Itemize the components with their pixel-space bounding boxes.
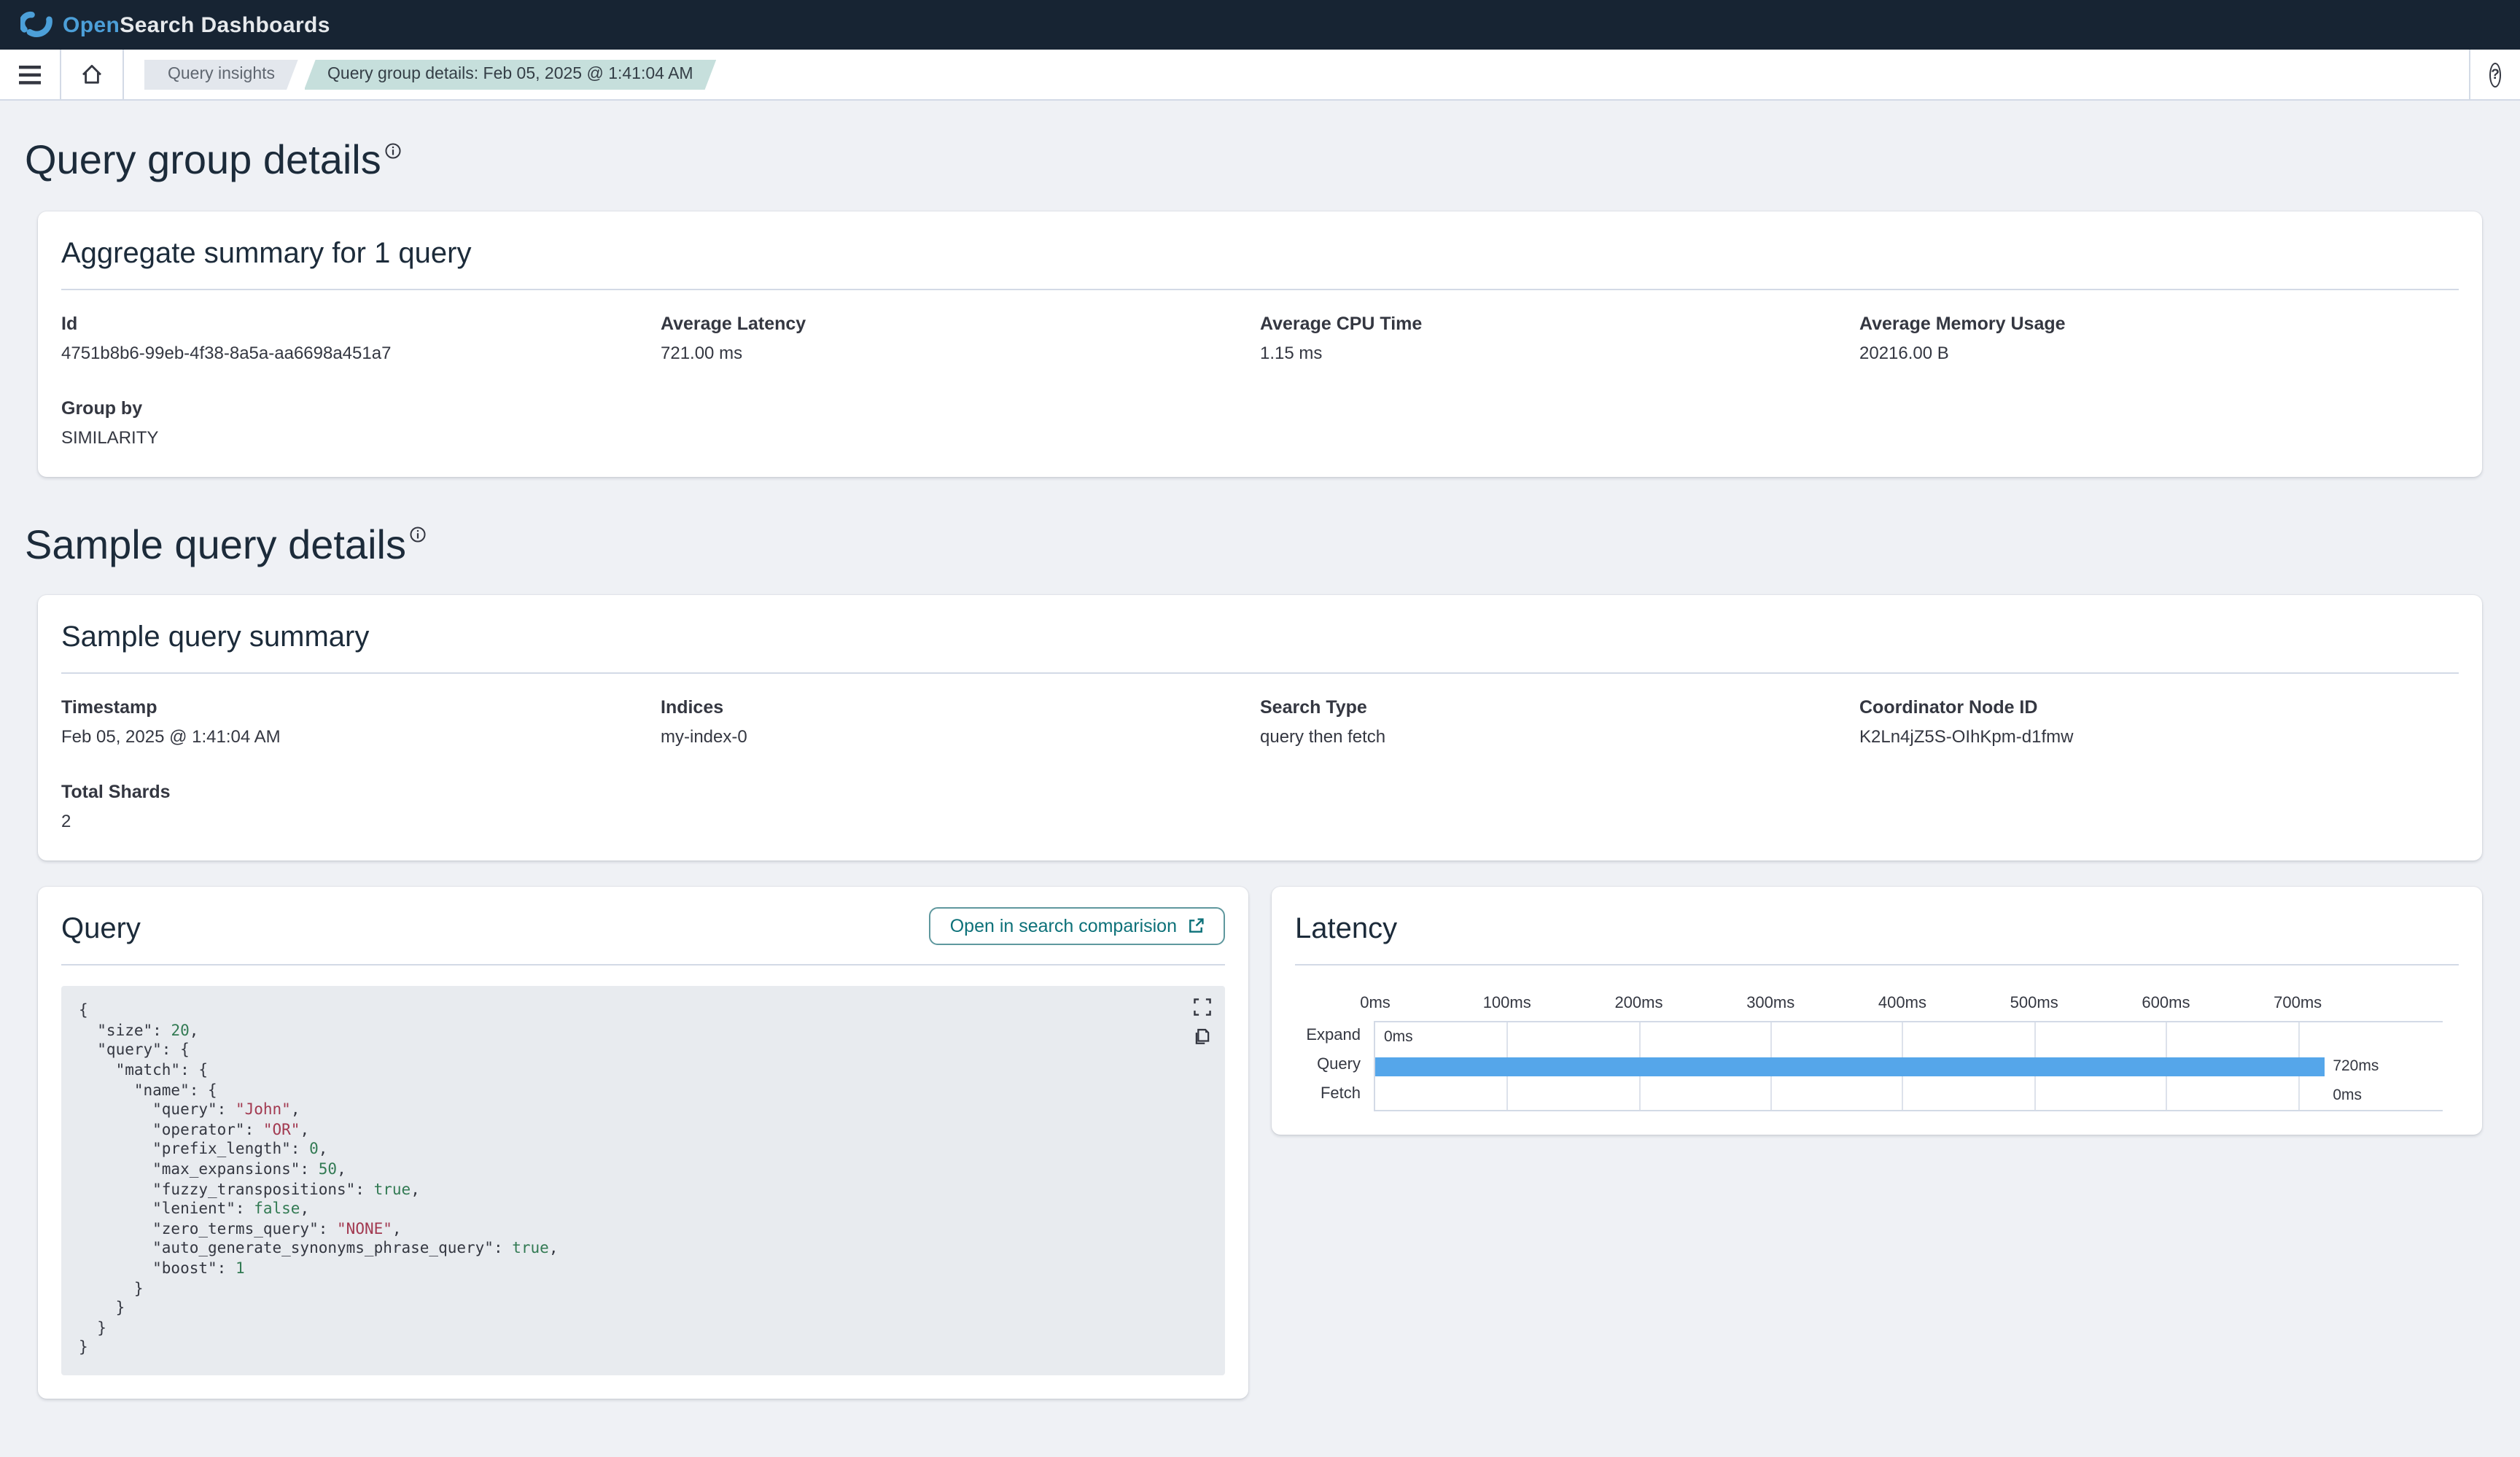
query-panel: Query Open in search comparision { "size… <box>38 887 1248 1398</box>
summary-field: Group by SIMILARITY <box>61 397 661 447</box>
sample-query-details-title-text: Sample query details <box>25 521 406 567</box>
summary-field: Average Latency 721.00 ms <box>661 313 1260 362</box>
x-axis-tick: 100ms <box>1483 995 1531 1012</box>
breadcrumb-query-group-details[interactable]: Query group details: Feb 05, 2025 @ 1:41… <box>304 59 717 90</box>
sample-query-summary-fields: Timestamp Feb 05, 2025 @ 1:41:04 AMIndice… <box>61 697 2459 831</box>
copy-button[interactable] <box>1193 1027 1212 1046</box>
summary-field: Average CPU Time 1.15 ms <box>1260 313 1859 362</box>
summary-field: Indices my-index-0 <box>661 697 1260 747</box>
field-value: 721.00 ms <box>661 342 1260 362</box>
opensearch-logo[interactable]: OpenSearch Dashboards <box>20 9 330 41</box>
query-heading: Query <box>61 913 141 947</box>
sample-query-summary-panel: Sample query summary Timestamp Feb 05, 20… <box>38 595 2482 860</box>
summary-field: Average Memory Usage 20216.00 B <box>1859 313 2459 362</box>
field-value: SIMILARITY <box>61 427 661 447</box>
home-button[interactable] <box>61 50 122 99</box>
x-axis-tick: 500ms <box>2010 995 2058 1012</box>
divider <box>1295 964 2459 965</box>
bottom-row: Query Open in search comparision { "size… <box>38 887 2482 1398</box>
summary-field: Search Type query then fetch <box>1260 697 1859 747</box>
latency-plot: 0ms100ms200ms300ms400ms500ms600ms700ms0m… <box>1374 1021 2443 1111</box>
summary-field: Total Shards 2 <box>61 782 661 831</box>
y-axis-label-fetch: Fetch <box>1295 1079 1374 1108</box>
breadcrumb: Query insights Query group details: Feb … <box>144 59 2469 90</box>
home-icon <box>80 63 104 86</box>
fullscreen-icon <box>1193 998 1212 1017</box>
divider <box>61 964 1225 965</box>
open-in-search-comparison-label: Open in search comparision <box>950 915 1177 936</box>
field-value: query then fetch <box>1260 726 1859 747</box>
breadcrumb-query-insights[interactable]: Query insights <box>144 59 298 90</box>
latency-y-axis: ExpandQueryFetch <box>1295 1021 1374 1111</box>
info-icon <box>386 142 402 158</box>
field-value: my-index-0 <box>661 726 1260 747</box>
fullscreen-button[interactable] <box>1193 998 1212 1017</box>
open-in-search-comparison-button[interactable]: Open in search comparision <box>930 906 1225 944</box>
field-label: Average Latency <box>661 313 1260 333</box>
hamburger-icon <box>19 65 41 84</box>
copy-icon <box>1193 1027 1212 1046</box>
help-button[interactable]: ? <box>2470 50 2520 99</box>
logo-text-open: Open <box>63 12 120 37</box>
summary-field: Coordinator Node ID K2Ln4jZ5S-OIhKpm-d1fm… <box>1859 697 2459 747</box>
aggregate-summary-heading: Aggregate summary for 1 query <box>61 237 2459 271</box>
external-link-icon <box>1187 917 1205 934</box>
field-value: 20216.00 B <box>1859 342 2459 362</box>
x-axis-tick: 300ms <box>1746 995 1794 1012</box>
x-axis-tick: 200ms <box>1614 995 1662 1012</box>
navbar: Query insights Query group details: Feb … <box>0 50 2520 101</box>
divider <box>61 672 2459 674</box>
page-title: Query group details <box>25 136 2482 184</box>
field-value: K2Ln4jZ5S-OIhKpm-d1fmw <box>1859 726 2459 747</box>
page-content: Query group details Aggregate summary fo… <box>0 101 2520 1457</box>
logo-text-rest: Search Dashboards <box>120 12 330 37</box>
field-label: Total Shards <box>61 782 661 802</box>
sample-query-summary-heading: Sample query summary <box>61 621 2459 655</box>
summary-field: Id 4751b8b6-99eb-4f38-8a5a-aa6698a451a7 <box>61 313 661 362</box>
field-label: Id <box>61 313 661 333</box>
field-value: Feb 05, 2025 @ 1:41:04 AM <box>61 726 661 747</box>
field-label: Search Type <box>1260 697 1859 718</box>
sample-query-details-title: Sample query details <box>25 520 2482 569</box>
latency-heading: Latency <box>1295 913 2459 947</box>
field-label: Average CPU Time <box>1260 313 1859 333</box>
code-actions <box>1193 998 1212 1046</box>
field-value: 1.15 ms <box>1260 342 1859 362</box>
field-value: 2 <box>61 811 661 831</box>
y-axis-label-expand: Expand <box>1295 1021 1374 1050</box>
summary-field: Timestamp Feb 05, 2025 @ 1:41:04 AM <box>61 697 661 747</box>
top-header: OpenSearch Dashboards <box>0 0 2520 50</box>
latency-chart: ExpandQueryFetch 0ms100ms200ms300ms400ms… <box>1295 986 2459 1111</box>
bar-value-label: 720ms <box>2333 1052 2379 1081</box>
aggregate-summary-panel: Aggregate summary for 1 query Id 4751b8b6… <box>38 211 2482 476</box>
info-icon <box>411 527 427 543</box>
query-code-block: { "size": 20, "query": { "match": { "nam… <box>61 986 1225 1375</box>
menu-button[interactable] <box>0 50 60 99</box>
divider <box>61 288 2459 290</box>
field-label: Coordinator Node ID <box>1859 697 2459 718</box>
field-value: 4751b8b6-99eb-4f38-8a5a-aa6698a451a7 <box>61 342 661 362</box>
field-label: Indices <box>661 697 1260 718</box>
aggregate-summary-fields: Id4751b8b6-99eb-4f38-8a5a-aa6698a451a7Av… <box>61 313 2459 447</box>
opensearch-logo-icon <box>20 9 52 41</box>
app-root: OpenSearch Dashboards Query insights Que… <box>0 0 2520 1375</box>
nav-divider <box>122 50 124 99</box>
x-axis-tick: 0ms <box>1360 995 1391 1012</box>
field-label: Timestamp <box>61 697 661 718</box>
field-label: Group by <box>61 397 661 418</box>
page-title-text: Query group details <box>25 137 381 182</box>
field-label: Average Memory Usage <box>1859 313 2459 333</box>
bar-value-label: 0ms <box>1384 1022 1413 1052</box>
logo-text: OpenSearch Dashboards <box>63 12 330 37</box>
x-axis-tick: 400ms <box>1878 995 1926 1012</box>
bar-value-label: 0ms <box>2333 1081 2362 1110</box>
latency-bar-query <box>1375 1057 2324 1076</box>
query-json: { "size": 20, "query": { "match": { "nam… <box>79 1002 1208 1359</box>
y-axis-label-query: Query <box>1295 1050 1374 1079</box>
query-panel-header: Query Open in search comparision <box>61 904 1225 947</box>
help-icon: ? <box>2489 62 2501 87</box>
x-axis-tick: 600ms <box>2142 995 2190 1012</box>
x-axis-tick: 700ms <box>2274 995 2322 1012</box>
latency-panel: Latency ExpandQueryFetch 0ms100ms200ms30… <box>1272 887 2482 1135</box>
